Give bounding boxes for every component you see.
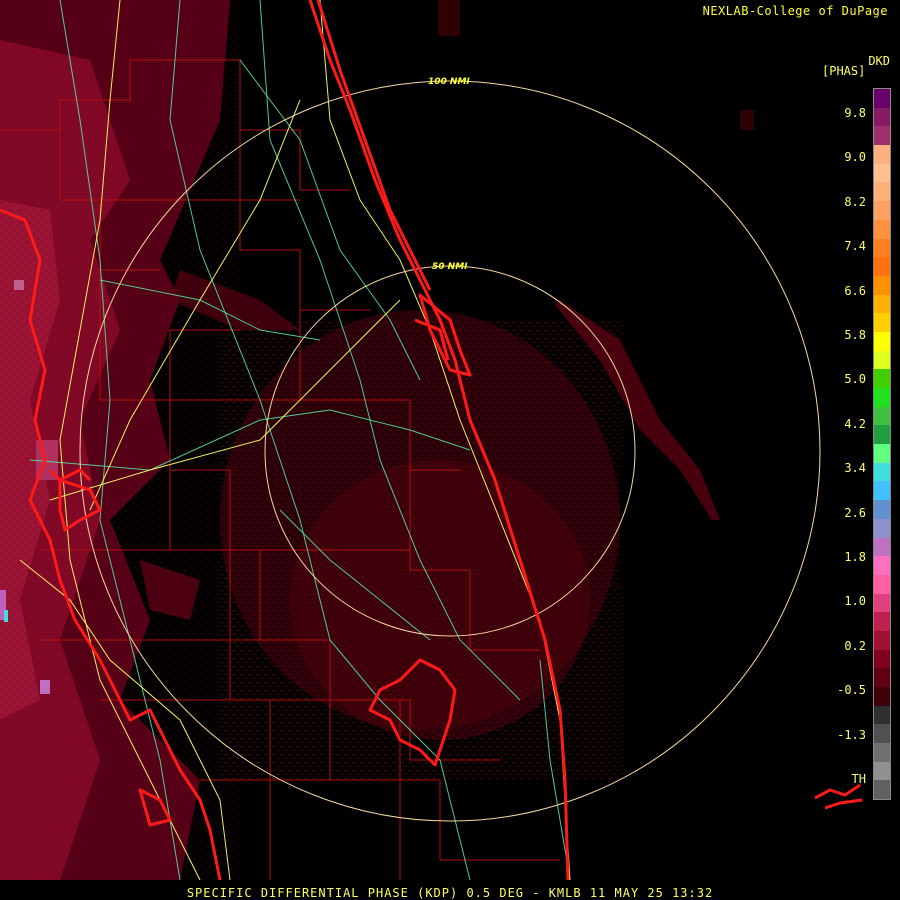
legend-swatch	[874, 406, 890, 426]
legend-swatch	[874, 388, 890, 407]
product-status-line: SPECIFIC DIFFERENTIAL PHASE (KDP) 0.5 DE…	[0, 886, 900, 900]
radar-map: 50 NMI 100 NMI	[0, 0, 863, 881]
legend-swatch	[874, 238, 890, 258]
legend-swatch	[874, 481, 890, 501]
legend-swatch	[874, 313, 890, 332]
legend-label: 1.0	[844, 594, 866, 609]
legend-swatch	[874, 444, 890, 463]
range-ring-100-label: 100 NMI	[428, 77, 470, 87]
legend-swatch	[874, 163, 890, 183]
legend-label: 5.8	[844, 328, 866, 342]
legend-swatch	[874, 518, 890, 538]
color-legend: DKD [PHAS] 9.8 9.0 8.2 7.4 6.6 5.8 5.0 4.2 3.4 2.…	[816, 50, 898, 810]
legend-swatch	[874, 201, 890, 220]
legend-label: 9.8	[844, 106, 866, 120]
legend-swatch	[874, 182, 890, 202]
legend-label: 8.2	[844, 194, 866, 209]
legend-swatch	[874, 462, 890, 482]
legend-units: [PHAS]	[822, 64, 866, 78]
legend-label: -1.3	[837, 727, 866, 742]
legend-swatch	[874, 724, 890, 744]
legend-swatch	[874, 275, 890, 295]
legend-swatch	[874, 294, 890, 314]
legend-swatch	[874, 107, 890, 127]
legend-swatch	[874, 500, 890, 519]
echo-field-west	[0, 0, 240, 880]
radar-display: 50 NMI 100 NMI NEXLAB-College of DuPage …	[0, 0, 900, 900]
legend-swatch	[874, 668, 890, 687]
legend-label: 6.6	[844, 283, 866, 298]
legend-label: 2.6	[844, 505, 866, 520]
legend-label: 4.2	[844, 416, 866, 431]
legend-swatch	[874, 89, 890, 108]
credit-label: NEXLAB-College of DuPage	[702, 4, 888, 18]
legend-swatch	[874, 257, 890, 276]
legend-label: 3.4	[844, 461, 866, 476]
legend-swatch	[874, 369, 890, 388]
legend-swatch	[874, 612, 890, 631]
legend-product-code: DKD	[868, 54, 890, 68]
legend-label: 5.0	[844, 372, 866, 387]
legend-swatch	[874, 630, 890, 650]
legend-swatch	[874, 145, 890, 164]
legend-swatch	[874, 705, 890, 725]
legend-label: 7.4	[844, 239, 866, 254]
range-ring-50-label: 50 NMI	[432, 262, 468, 272]
legend-label: 9.0	[844, 150, 866, 165]
legend-swatch	[874, 593, 890, 613]
legend-swatch	[874, 574, 890, 594]
legend-label: -0.5	[837, 683, 866, 698]
legend-swatch	[874, 425, 890, 445]
legend-swatch	[874, 126, 890, 146]
legend-color-bar	[873, 88, 891, 800]
legend-swatch	[874, 649, 890, 669]
legend-swatch	[874, 780, 890, 800]
legend-swatch	[874, 331, 890, 351]
legend-swatch	[874, 687, 890, 706]
legend-swatch	[874, 537, 890, 557]
legend-label: TH	[851, 772, 866, 786]
legend-swatch	[874, 219, 890, 239]
legend-label: 0.2	[844, 638, 866, 653]
legend-label: 1.8	[844, 550, 866, 564]
legend-swatch	[874, 761, 890, 781]
legend-swatch	[874, 743, 890, 762]
legend-swatch	[874, 556, 890, 575]
legend-swatch	[874, 350, 890, 370]
